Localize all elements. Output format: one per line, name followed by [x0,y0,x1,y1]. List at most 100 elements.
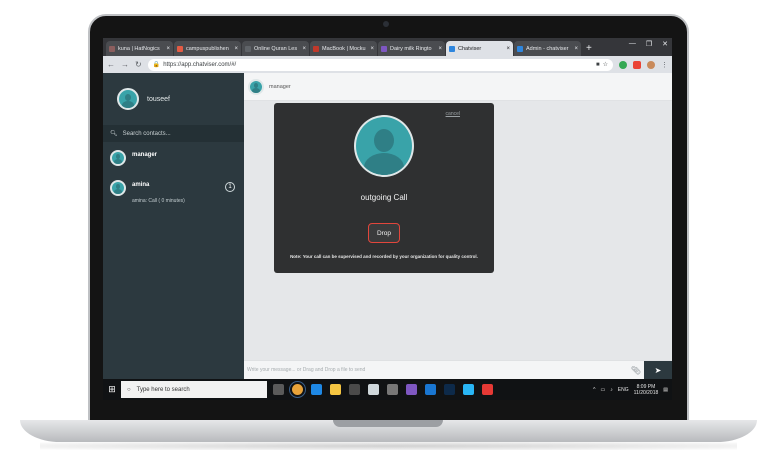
extension-icon[interactable] [619,60,627,69]
chat-header: manager [244,73,672,101]
chrome-icon[interactable] [289,381,306,398]
avatar [110,150,126,166]
volume-icon[interactable]: ♪ [610,387,613,393]
profile-avatar-icon[interactable] [647,60,655,69]
outgoing-call-dialog: cancel outgoing Call Drop Note: Your cal… [274,103,494,273]
contact-item-manager[interactable]: manager [103,142,244,166]
avatar [110,180,126,196]
recording-note: Note: Your call can be supervised and re… [290,254,478,259]
tab-title: MacBook | Mocku [322,45,366,52]
search-icon: 🔍︎ [110,131,118,137]
avatar [248,78,264,95]
minimize-button[interactable]: — [629,40,636,48]
cancel-link[interactable]: cancel [446,111,460,117]
bookmark-star-icon[interactable]: ☆ [603,61,608,68]
network-icon[interactable]: ▭ [601,387,606,393]
tab-close-icon[interactable]: × [506,46,510,52]
visual-studio-icon[interactable] [406,384,417,395]
windows-start-icon[interactable]: ⊞ [103,384,121,395]
call-title: outgoing Call [360,193,408,202]
tab-title: Dairy milk Ringto [390,45,432,52]
file-explorer-icon[interactable] [330,384,341,395]
chevron-up-icon[interactable]: ^ [593,387,595,393]
url-text: https://app.chatviser.com/#/ [163,61,237,68]
tab-close-icon[interactable]: × [302,46,306,52]
contact-search-input[interactable]: 🔍︎ Search contacts... [103,125,244,142]
windows-taskbar: ⊞ ○ Type here to search ^ ▭ ♪ ENG 8:09 P… [103,379,672,400]
tab-favicon-icon [177,45,183,52]
browser-tab[interactable]: campuspublishen × [174,41,241,56]
sidebar: touseef 🔍︎ Search contacts... manager am… [103,73,244,379]
camera-icon [383,21,389,27]
system-tray: ^ ▭ ♪ ENG 8:09 PM 11/20/2018 ▤ [593,384,672,396]
tab-close-icon[interactable]: × [166,46,170,52]
browser-tab-strip: kuna | HatNogics × campuspublishen × Onlin… [103,38,672,56]
tab-close-icon[interactable]: × [234,46,238,52]
notifications-icon[interactable]: ▤ [663,387,668,393]
tab-title: kuna | HatNogics [118,45,160,52]
store-icon[interactable] [349,384,360,395]
tool-icon[interactable] [387,384,398,395]
new-tab-button[interactable]: + [586,41,592,56]
taskbar-apps [273,381,493,398]
browser-tab[interactable]: kuna | HatNogics × [106,41,173,56]
tab-favicon-icon [313,45,319,52]
clock[interactable]: 8:09 PM 11/20/2018 [634,384,659,396]
browser-tab[interactable]: Online Quran Les × [242,41,309,56]
tab-favicon-icon [449,45,455,52]
tab-close-icon[interactable]: × [370,46,374,52]
back-icon[interactable]: ← [107,60,115,69]
word-icon[interactable] [425,384,436,395]
edge-icon[interactable] [311,384,322,395]
tab-title: Chatviser [458,45,482,52]
taskbar-search-input[interactable]: ○ Type here to search [121,381,267,398]
unread-badge: 1 [225,182,235,192]
chat-panel: manager cancel outgoing Call Drop Note: … [244,73,672,380]
mail-icon[interactable] [368,384,379,395]
browser-tab[interactable]: MacBook | Mocku × [310,41,377,56]
address-bar[interactable]: 🔒 https://app.chatviser.com/#/ ■ ☆ [147,58,613,71]
drop-call-button[interactable]: Drop [368,223,400,243]
browser-tab[interactable]: Admin - chatviser × [514,41,581,56]
browser-toolbar: ← → ↻ 🔒 https://app.chatviser.com/#/ ■ ☆… [103,56,672,73]
profile-name: touseef [147,95,170,103]
tab-close-icon[interactable]: × [438,46,442,52]
contact-name: amina [132,182,150,188]
photoshop-icon[interactable] [444,384,455,395]
reload-icon[interactable]: ↻ [135,60,142,69]
browser-tab[interactable]: Dairy milk Ringto × [378,41,445,56]
clock-date: 11/20/2018 [633,389,659,396]
message-input[interactable]: Write your message... or Drag and Drop a… [244,367,628,373]
callee-avatar [354,115,414,177]
tab-title: Admin - chatviser [526,45,569,52]
tab-favicon-icon [381,45,387,52]
extension-badge-icon[interactable] [633,60,641,69]
tab-favicon-icon [245,45,251,52]
tab-title: campuspublishen [186,45,229,52]
forward-icon[interactable]: → [121,60,129,69]
laptop-mockup: kuna | HatNogics × campuspublishen × Onlin… [0,0,777,468]
message-composer: Write your message... or Drag and Drop a… [244,360,672,380]
search-placeholder: Search contacts... [122,130,171,137]
close-window-button[interactable]: ✕ [662,40,668,48]
avatar [117,88,139,110]
send-button[interactable]: ➤ [644,360,672,380]
menu-dots-icon[interactable]: ⋮ [661,61,668,69]
app-icon[interactable] [463,384,474,395]
task-view-icon[interactable] [273,384,284,395]
tab-close-icon[interactable]: × [574,46,578,52]
user-profile[interactable]: touseef [103,73,244,125]
language-indicator[interactable]: ENG [618,387,629,393]
tab-title: Online Quran Les [254,45,298,52]
contact-item-amina[interactable]: amina amina: Call ( 0 minutes) 1 [103,166,244,204]
tab-favicon-icon [109,45,115,52]
browser-tab-active[interactable]: Chatviser × [446,41,513,56]
laptop-notch [333,420,443,427]
attach-icon[interactable]: 📎︎ [628,366,644,375]
app-icon-red[interactable] [482,384,493,395]
lock-icon: 🔒 [152,62,161,68]
contact-status: amina: Call ( 0 minutes) [132,198,185,204]
camera-permission-icon[interactable]: ■ [596,62,600,68]
maximize-button[interactable]: ❐ [646,40,652,48]
toolbar-extensions: ⋮ [619,60,668,69]
